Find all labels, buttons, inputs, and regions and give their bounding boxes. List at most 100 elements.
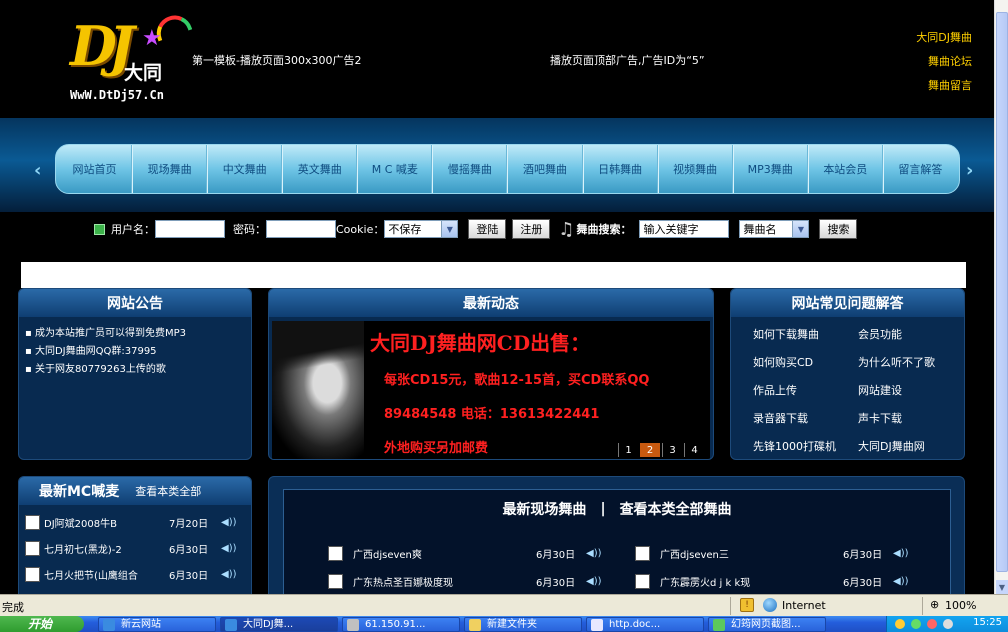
pager-page[interactable]: 3 <box>662 443 682 457</box>
nav-item-faq[interactable]: 留言解答 <box>882 145 957 193</box>
live-more-link[interactable]: 查看本类全部舞曲 <box>620 499 732 519</box>
song-name[interactable]: 广东热点圣百娜极度现 <box>353 574 453 589</box>
faq-link[interactable]: 录音器下载 <box>753 405 858 433</box>
tray-icon[interactable] <box>927 619 937 629</box>
nav-next-arrow-icon[interactable]: › <box>966 160 973 181</box>
nav-item-english[interactable]: 英文舞曲 <box>282 145 358 193</box>
faq-link[interactable]: 会员功能 <box>858 321 963 349</box>
play-speaker-icon[interactable]: ◀)) <box>221 517 237 528</box>
nav-item-members[interactable]: 本站会员 <box>807 145 883 193</box>
scrollbar-thumb[interactable] <box>996 12 1008 572</box>
username-input[interactable] <box>155 220 225 238</box>
song-name[interactable]: 七月初七(黑龙)-2 <box>44 541 122 556</box>
nav-item-mc[interactable]: M C 喊麦 <box>357 145 433 193</box>
cookie-select[interactable]: 不保存 ▼ <box>384 220 459 238</box>
link-forum[interactable]: 舞曲论坛 <box>916 50 972 74</box>
nav-item-chinese[interactable]: 中文舞曲 <box>207 145 283 193</box>
song-name[interactable]: 广西djseven三 <box>660 546 729 561</box>
search-input[interactable] <box>639 220 730 238</box>
link-dj-music[interactable]: 大同DJ舞曲 <box>916 26 972 50</box>
news-banner[interactable]: 大同DJ舞曲网CD出售： 每张CD15元，歌曲12-15首，买CD联系QQ 89… <box>272 321 710 459</box>
faq-link[interactable]: 如何下载舞曲 <box>753 321 858 349</box>
faq-link[interactable]: 为什么听不了歌 <box>858 349 963 377</box>
banner-heading: 大同DJ舞曲网CD出售： <box>370 331 591 355</box>
pager-page[interactable]: 4 <box>684 443 704 457</box>
row-checkbox[interactable] <box>328 573 343 589</box>
ad-placeholder-top: 播放页面顶部广告,广告ID为“5” <box>550 54 705 67</box>
zoom-magnifier-icon[interactable]: ⊕ <box>930 598 939 611</box>
site-logo[interactable]: DJ ★ 大同 WwW.DtDj57.Cn <box>66 10 196 107</box>
mc-title-prefix: 最新 <box>39 484 67 500</box>
quick-links: 大同DJ舞曲 舞曲论坛 舞曲留言 <box>916 26 972 98</box>
tray-icon[interactable] <box>895 619 905 629</box>
play-speaker-icon[interactable]: ◀)) <box>221 543 237 554</box>
nav-item-bar[interactable]: 酒吧舞曲 <box>507 145 583 193</box>
song-name[interactable]: DJ阿斌2008牛B <box>44 515 117 530</box>
faq-panel: 网站常见问题解答 如何下载舞曲 会员功能 如何购买CD 为什么听不了歌 作品上传… <box>730 288 965 460</box>
song-name[interactable]: 广东霹雳火d j k k现 <box>660 574 750 589</box>
song-name[interactable]: 广西djseven爽 <box>353 546 422 561</box>
faq-link[interactable]: 如何购买CD <box>753 349 858 377</box>
scroll-down-arrow-icon[interactable]: ▼ <box>996 580 1008 594</box>
nav-item-mp3[interactable]: MP3舞曲 <box>732 145 808 193</box>
taskbar-item[interactable]: 61.150.91... <box>342 617 460 632</box>
notice-item[interactable]: 关于网友80779263上传的歌 <box>25 361 245 379</box>
taskbar-item-label: 幻筠网页截图... <box>731 619 801 630</box>
faq-link[interactable]: 声卡下载 <box>858 405 963 433</box>
nav-item-slow[interactable]: 慢摇舞曲 <box>432 145 508 193</box>
taskbar-clock[interactable]: 15:25 <box>973 617 1002 628</box>
play-speaker-icon[interactable]: ◀)) <box>586 548 602 559</box>
taskbar-item[interactable]: http.doc... <box>586 617 704 632</box>
faq-link[interactable]: 大同DJ舞曲网 <box>858 433 963 459</box>
taskbar-item-active[interactable]: 大同DJ舞... <box>220 617 338 632</box>
password-input[interactable] <box>266 220 336 238</box>
row-checkbox[interactable] <box>25 540 40 556</box>
nav-item-video[interactable]: 视频舞曲 <box>657 145 733 193</box>
security-zone: Internet <box>782 599 826 612</box>
link-guestbook[interactable]: 舞曲留言 <box>916 74 972 98</box>
play-speaker-icon[interactable]: ◀)) <box>586 576 602 587</box>
faq-link[interactable]: 网站建设 <box>858 377 963 405</box>
faq-link[interactable]: 先锋1000打碟机 <box>753 433 858 459</box>
logo-url: WwW.DtDj57.Cn <box>70 88 164 102</box>
row-checkbox[interactable] <box>25 566 40 582</box>
play-speaker-icon[interactable]: ◀)) <box>893 576 909 587</box>
tray-icon[interactable] <box>911 619 921 629</box>
pager-page[interactable]: 1 <box>618 443 638 457</box>
nav-item-live[interactable]: 现场舞曲 <box>132 145 208 193</box>
live-header: 最新现场舞曲 | 查看本类全部舞曲 <box>284 490 950 528</box>
browser-status-bar: 完成 ! Internet ⊕ 100% <box>0 594 1008 616</box>
row-checkbox[interactable] <box>635 573 650 589</box>
zoom-level[interactable]: 100% <box>945 599 976 612</box>
nav-item-home[interactable]: 网站首页 <box>58 145 133 193</box>
taskbar-item[interactable]: 新云网站 <box>98 617 216 632</box>
search-button[interactable]: 搜索 <box>819 219 858 239</box>
nav-item-jpkr[interactable]: 日韩舞曲 <box>582 145 658 193</box>
taskbar-item[interactable]: 幻筠网页截图... <box>708 617 826 632</box>
taskbar-item-label: 61.150.91... <box>365 619 426 630</box>
password-label: 密码： <box>233 223 266 236</box>
logo-name: 大同 <box>124 62 163 84</box>
start-button[interactable]: 开始 <box>0 616 84 632</box>
mc-more-link[interactable]: 查看本类全部 <box>135 483 201 499</box>
vertical-scrollbar[interactable]: ▼ <box>994 0 1008 594</box>
search-label: 舞曲搜索： <box>576 223 632 236</box>
register-button[interactable]: 注册 <box>512 219 551 239</box>
notice-item[interactable]: 成为本站推广员可以得到免费MP3 <box>25 325 245 343</box>
row-checkbox[interactable] <box>25 514 40 530</box>
row-checkbox[interactable] <box>635 545 650 561</box>
taskbar-item[interactable]: 新建文件夹 <box>464 617 582 632</box>
play-speaker-icon[interactable]: ◀)) <box>893 548 909 559</box>
login-button[interactable]: 登陆 <box>468 219 507 239</box>
volume-icon[interactable] <box>943 619 953 629</box>
login-row: 用户名： 密码： Cookie： 不保存 ▼ 登陆 注册 ♫ 舞曲搜索： 舞曲名… <box>94 218 858 240</box>
notice-item[interactable]: 大同DJ舞曲网QQ群:37995 <box>25 343 245 361</box>
row-checkbox[interactable] <box>328 545 343 561</box>
search-type-select[interactable]: 舞曲名 ▼ <box>739 220 810 238</box>
pager-page-active[interactable]: 2 <box>640 443 660 457</box>
song-name[interactable]: 七月火把节(山鹰组合 <box>44 567 138 582</box>
faq-link[interactable]: 作品上传 <box>753 377 858 405</box>
nav-prev-arrow-icon[interactable]: ‹ <box>34 160 41 181</box>
site-header: DJ ★ 大同 WwW.DtDj57.Cn 第一模板-播放页面300x300广告… <box>0 0 994 118</box>
play-speaker-icon[interactable]: ◀)) <box>221 569 237 580</box>
